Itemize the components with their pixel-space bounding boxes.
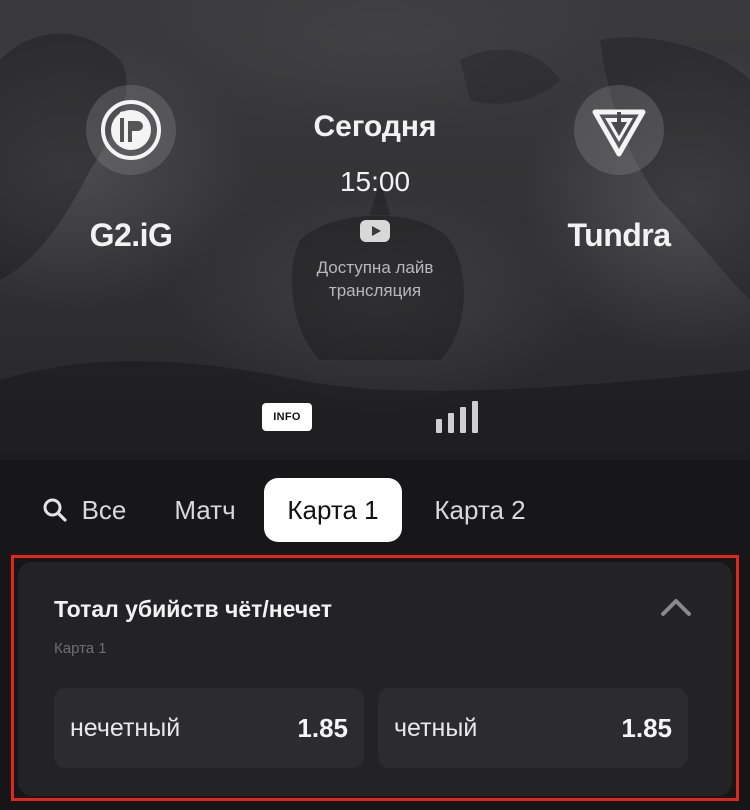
- bar-chart-bar: [448, 413, 454, 433]
- youtube-icon[interactable]: [360, 220, 390, 242]
- market-title: Тотал убийств чёт/нечет: [54, 596, 333, 622]
- stream-status: Доступна лайв трансляция: [250, 256, 500, 302]
- chevron-up-icon[interactable]: [658, 592, 694, 622]
- view-switch: INFO: [0, 395, 750, 445]
- bar-chart-bar: [472, 401, 478, 433]
- stream-status-line1: Доступна лайв: [316, 258, 434, 277]
- market-tabs: Все Матч Карта 1 Карта 2: [0, 460, 750, 560]
- tab-all[interactable]: Все: [34, 478, 134, 542]
- stream-status-line2: трансляция: [328, 281, 422, 300]
- match-day: Сегодня: [313, 110, 437, 143]
- outcome-label: нечетный: [70, 713, 181, 742]
- match-info: Сегодня 15:00 Доступна лайв трансляция: [250, 110, 500, 302]
- bar-chart-icon[interactable]: [436, 401, 478, 433]
- market-subtitle: Карта 1: [54, 640, 107, 657]
- outcome-odd: 1.85: [297, 712, 348, 743]
- tab-match[interactable]: Матч: [158, 478, 252, 542]
- team-left-name: G2.iG: [89, 217, 173, 253]
- tundra-logo-icon: [574, 85, 664, 175]
- team-left[interactable]: G2.iG: [26, 85, 236, 254]
- team-right[interactable]: Tundra: [514, 85, 724, 254]
- bar-chart-bar: [460, 407, 466, 433]
- outcome-button[interactable]: нечетный 1.85: [54, 688, 364, 768]
- tab-map-2[interactable]: Карта 2: [414, 478, 546, 542]
- tab-map-1[interactable]: Карта 1: [264, 478, 402, 542]
- search-icon: [42, 497, 68, 523]
- outcome-label: четный: [394, 713, 478, 742]
- tab-all-label: Все: [81, 494, 127, 525]
- outcome-button[interactable]: четный 1.85: [378, 688, 688, 768]
- market-card: Тотал убийств чёт/нечет Карта 1 нечетный…: [18, 562, 732, 796]
- team-right-name: Tundra: [567, 217, 671, 253]
- match-time: 15:00: [339, 166, 411, 197]
- g2ig-logo-icon: [86, 85, 176, 175]
- outcome-odd: 1.85: [621, 712, 672, 743]
- bar-chart-bar: [436, 419, 442, 433]
- match-header: G2.iG Сегодня 15:00 Доступна лайв трансл…: [0, 0, 750, 460]
- info-icon[interactable]: INFO: [262, 403, 312, 431]
- match-screen: G2.iG Сегодня 15:00 Доступна лайв трансл…: [0, 0, 750, 810]
- tab-match-label: Матч: [174, 494, 236, 525]
- tab-map-2-label: Карта 2: [434, 494, 526, 525]
- tab-map-1-label: Карта 1: [287, 494, 379, 525]
